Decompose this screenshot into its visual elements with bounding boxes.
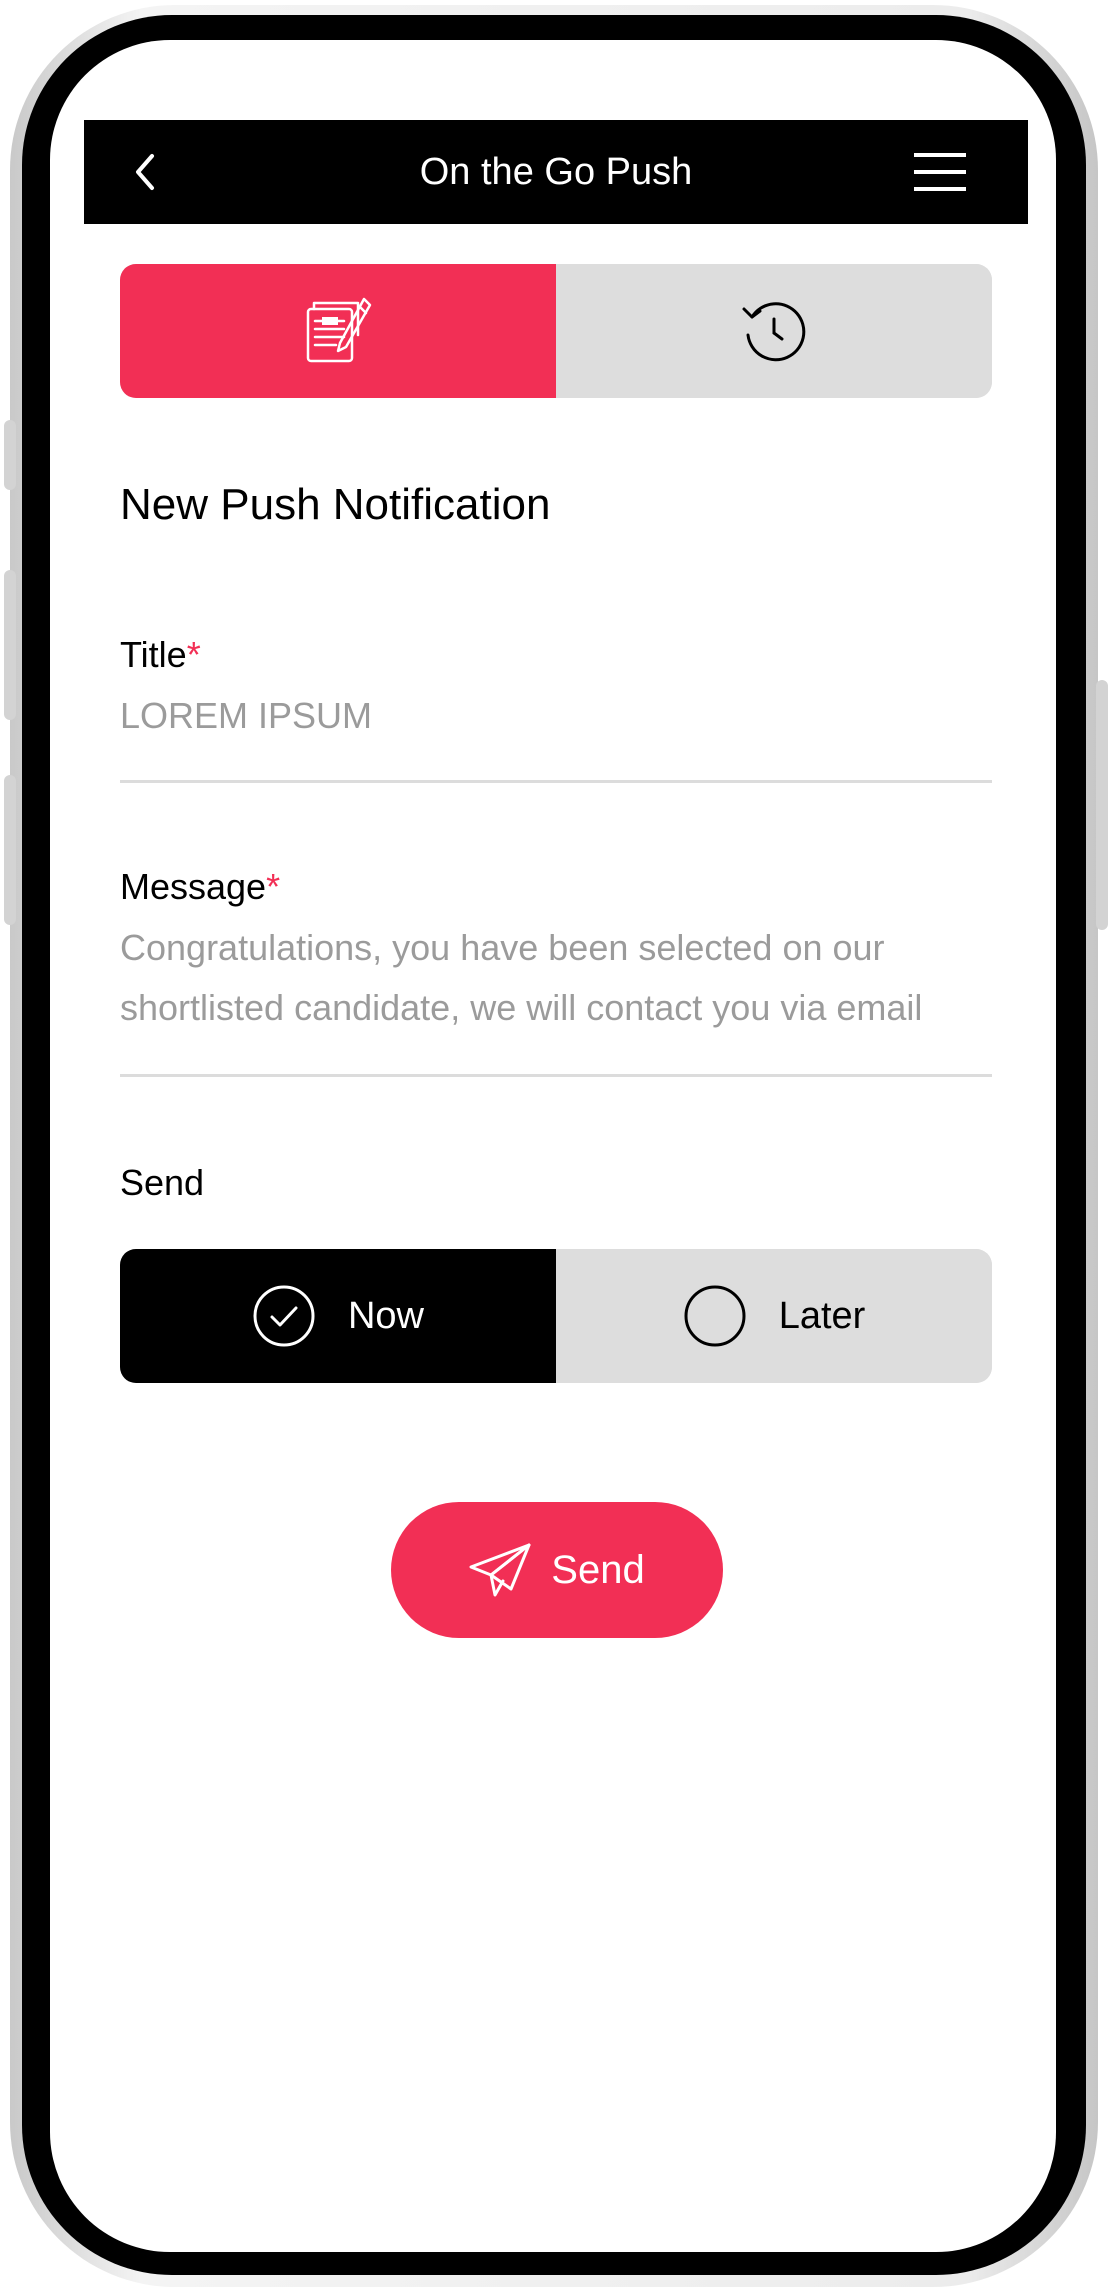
send-now-option[interactable]: Now [120, 1249, 556, 1383]
message-input[interactable]: Congratulations, you have been selected … [120, 918, 992, 1038]
app-header: On the Go Push [84, 120, 1028, 224]
tab-compose[interactable] [120, 264, 556, 398]
radio-unchecked-icon [684, 1285, 746, 1347]
title-label-text: Title [120, 634, 187, 675]
menu-button[interactable] [914, 152, 966, 192]
title-field-underline [120, 780, 992, 783]
message-field-underline [120, 1074, 992, 1077]
check-circle-icon [253, 1285, 315, 1347]
send-button[interactable]: Send [391, 1502, 723, 1638]
page-title: On the Go Push [419, 151, 693, 193]
hamburger-menu-icon [914, 153, 966, 191]
message-label-text: Message [120, 866, 267, 907]
send-label: Send [120, 1162, 205, 1203]
phone-side-button [4, 775, 16, 925]
history-clock-icon [742, 302, 806, 362]
message-line: shortlisted candidate, we will contact y… [120, 987, 923, 1028]
title-field-label: Title* [120, 634, 201, 676]
phone-side-button [4, 420, 16, 490]
form-heading: New Push Notification [120, 480, 551, 529]
required-marker: * [266, 866, 281, 907]
mode-tabs [120, 264, 992, 398]
send-timing-toggle: Now Later [120, 1249, 992, 1383]
message-field-label: Message* [120, 866, 280, 908]
app-screen: On the Go Push New Push Notification Tit… [50, 40, 1056, 2252]
phone-side-button [4, 570, 16, 720]
send-later-option[interactable]: Later [556, 1249, 992, 1383]
send-button-label: Send [551, 1547, 645, 1592]
paper-plane-icon [469, 1543, 531, 1597]
phone-side-button [1096, 680, 1108, 930]
title-input[interactable]: LOREM IPSUM [120, 686, 992, 746]
document-edit-icon [306, 297, 372, 363]
send-now-label: Now [347, 1294, 425, 1337]
tab-history[interactable] [556, 264, 992, 398]
send-later-label: Later [778, 1294, 866, 1337]
required-marker: * [186, 634, 201, 675]
message-line: Congratulations, you have been selected … [120, 927, 885, 968]
